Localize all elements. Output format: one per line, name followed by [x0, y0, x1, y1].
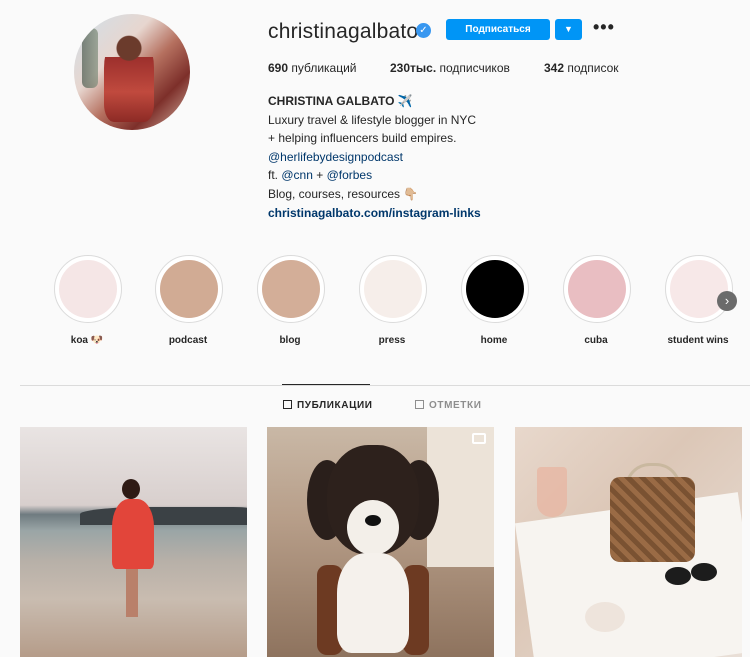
tab-posts-label: ПУБЛИКАЦИИ	[297, 400, 373, 411]
bio-line: Blog, courses, resources 👇🏼	[268, 186, 419, 201]
highlight-ring	[665, 255, 733, 323]
posts-label: публикаций	[291, 61, 357, 75]
highlight-ring	[155, 255, 223, 323]
highlight-label: press	[378, 335, 406, 346]
bio-mention-cnn[interactable]: @cnn	[281, 168, 313, 182]
follow-button[interactable]: Подписаться	[446, 19, 550, 40]
post-image-rocks	[80, 507, 247, 525]
more-options-icon[interactable]: •••	[593, 17, 615, 38]
video-icon	[472, 433, 486, 444]
chevron-right-icon[interactable]: ›	[717, 291, 737, 311]
followers-label: подписчиков	[439, 61, 510, 75]
bio-mention-forbes[interactable]: @forbes	[327, 168, 373, 182]
chevron-down-icon[interactable]: ▼	[555, 19, 582, 40]
post-thumbnail[interactable]	[267, 427, 494, 657]
highlight-label: koa 🐶	[70, 335, 104, 346]
grid-icon	[283, 400, 292, 409]
post-thumbnail[interactable]	[20, 427, 247, 657]
active-tab-indicator	[282, 384, 370, 385]
highlight-label: student wins	[667, 335, 729, 346]
highlight-cover	[364, 260, 422, 318]
following-stat[interactable]: 342 подписок	[544, 61, 619, 75]
highlight-label: podcast	[168, 335, 208, 346]
followers-stat[interactable]: 230тыс. подписчиков	[390, 61, 510, 75]
profile-avatar[interactable]	[74, 14, 190, 130]
bio-line-mentions: ft. @cnn + @forbes	[268, 166, 481, 185]
highlight-item[interactable]: cuba	[563, 255, 631, 346]
highlight-cover	[59, 260, 117, 318]
following-label: подписок	[567, 61, 619, 75]
bio-mention-podcast[interactable]: @herlifebydesignpodcast	[268, 148, 481, 167]
post-image-shell	[585, 602, 625, 632]
tab-tagged-label: ОТМЕТКИ	[429, 400, 482, 411]
posts-count-stat: 690 публикаций	[268, 61, 357, 75]
tab-posts[interactable]: ПУБЛИКАЦИИ	[283, 400, 373, 411]
highlight-item[interactable]: press	[359, 255, 427, 346]
bio-line: + helping influencers build empires.	[268, 131, 457, 146]
highlight-item[interactable]: home	[461, 255, 529, 346]
bio-full-name: CHRISTINA GALBATO ✈️	[268, 94, 413, 108]
highlight-label: cuba	[584, 335, 608, 346]
bio-text: +	[312, 168, 327, 183]
avatar-background	[82, 28, 98, 88]
bio-website-link[interactable]: christinagalbato.com/instagram-links	[268, 204, 481, 223]
verified-badge-icon: ✓	[416, 23, 431, 38]
highlight-cover	[466, 260, 524, 318]
post-image-person	[112, 479, 154, 619]
profile-username: christinagalbato	[268, 20, 419, 43]
highlight-ring	[563, 255, 631, 323]
highlight-cover	[568, 260, 626, 318]
post-image-bag	[610, 477, 695, 562]
post-image-dog	[307, 445, 439, 655]
highlight-ring	[359, 255, 427, 323]
post-thumbnail[interactable]	[515, 427, 742, 657]
highlight-cover	[262, 260, 320, 318]
tagged-user-icon	[415, 400, 424, 409]
tab-tagged[interactable]: ОТМЕТКИ	[415, 400, 482, 411]
posts-count: 690	[268, 61, 289, 75]
highlight-cover	[670, 260, 728, 318]
post-image-sunglasses	[691, 563, 717, 581]
bio-text: ft.	[268, 168, 282, 183]
highlight-label: home	[480, 335, 508, 346]
profile-bio: CHRISTINA GALBATO ✈️ Luxury travel & lif…	[268, 92, 481, 222]
followers-count: 230тыс.	[390, 61, 437, 75]
following-count: 342	[544, 61, 565, 75]
highlight-ring	[461, 255, 529, 323]
avatar-person	[104, 32, 154, 122]
bio-line: Luxury travel & lifestyle blogger in NYC	[268, 112, 477, 127]
highlight-item[interactable]: blog	[257, 255, 325, 346]
post-image-glass	[537, 467, 567, 517]
highlight-ring	[257, 255, 325, 323]
highlight-label: blog	[279, 335, 301, 346]
highlight-item[interactable]: koa 🐶	[54, 255, 122, 346]
highlight-item[interactable]: podcast	[155, 255, 223, 346]
highlight-ring	[54, 255, 122, 323]
section-divider	[20, 385, 750, 386]
post-image-sunglasses	[665, 567, 691, 585]
highlight-cover	[160, 260, 218, 318]
